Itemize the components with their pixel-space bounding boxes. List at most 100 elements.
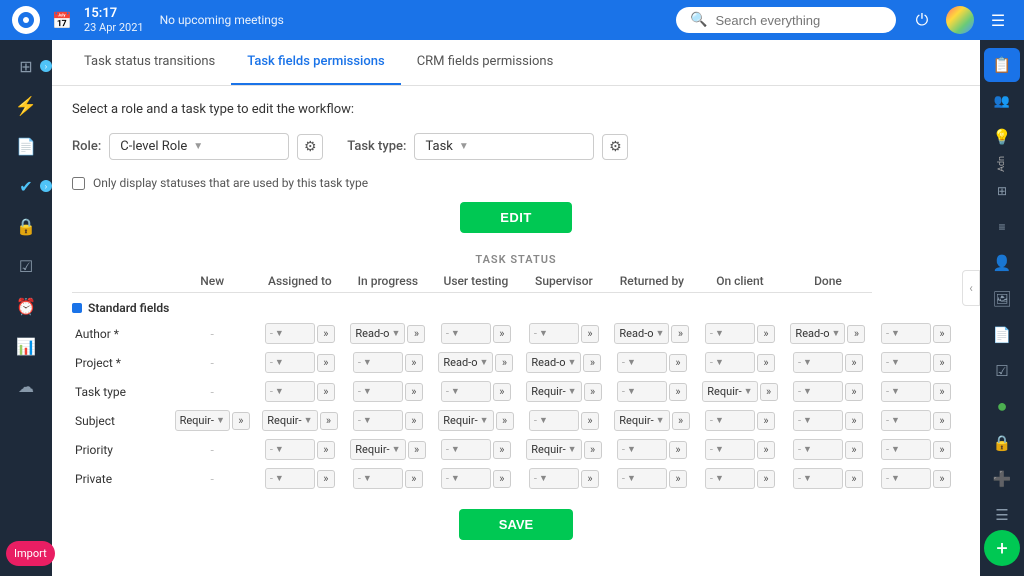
perm-select-empty[interactable]: -▼ <box>881 439 931 460</box>
menu-icon[interactable]: ☰ <box>984 6 1012 34</box>
perm-add-btn-empty[interactable]: » <box>845 470 863 488</box>
perm-select-empty[interactable]: -▼ <box>529 410 579 431</box>
perm-add-btn-empty[interactable]: » <box>845 354 863 372</box>
sidebar-item-cloud[interactable]: ☁ <box>6 368 46 404</box>
right-item-clipboard[interactable]: 📋 <box>984 48 1020 82</box>
perm-select-empty[interactable]: -▼ <box>265 439 315 460</box>
search-input[interactable] <box>715 13 882 28</box>
perm-select-empty[interactable]: -▼ <box>793 468 843 489</box>
perm-add-btn-empty[interactable]: » <box>493 441 511 459</box>
search-bar[interactable]: 🔍 <box>676 7 896 33</box>
perm-select-empty[interactable]: -▼ <box>881 381 931 402</box>
perm-add-btn-empty[interactable]: » <box>757 325 775 343</box>
right-item-lock2[interactable]: 🔒 <box>984 426 1020 460</box>
perm-add-btn-empty[interactable]: » <box>757 470 775 488</box>
perm-select-empty[interactable]: -▼ <box>529 468 579 489</box>
perm-select[interactable]: Requir-▼ <box>262 410 317 431</box>
perm-select-empty[interactable]: -▼ <box>441 381 491 402</box>
perm-add-btn-empty[interactable]: » <box>405 383 423 401</box>
perm-add-btn-empty[interactable]: » <box>757 441 775 459</box>
perm-add-btn-empty[interactable]: » <box>493 383 511 401</box>
perm-select[interactable]: Requir-▼ <box>526 439 581 460</box>
perm-select[interactable]: Requir-▼ <box>702 381 757 402</box>
perm-select-empty[interactable]: -▼ <box>529 323 579 344</box>
right-item-list2[interactable]: ≡ <box>984 210 1020 244</box>
perm-select[interactable]: Requir-▼ <box>175 410 230 431</box>
perm-select-empty[interactable]: -▼ <box>441 439 491 460</box>
perm-add-button[interactable]: » <box>407 325 425 343</box>
perm-add-btn-empty[interactable]: » <box>669 354 687 372</box>
tab-crm-fields[interactable]: CRM fields permissions <box>401 40 570 85</box>
perm-select-empty[interactable]: -▼ <box>793 352 843 373</box>
sidebar-item-lightning[interactable]: ⚡ <box>6 88 46 124</box>
right-item-person[interactable]: 👤 <box>984 246 1020 280</box>
save-button[interactable]: SAVE <box>459 509 573 540</box>
perm-add-button[interactable]: » <box>671 325 689 343</box>
collapse-arrow[interactable]: ‹ <box>962 270 980 306</box>
perm-add-button[interactable]: » <box>672 412 690 430</box>
perm-add-btn-empty[interactable]: » <box>317 325 335 343</box>
perm-add-btn-empty[interactable]: » <box>317 470 335 488</box>
right-item-file[interactable]: 📄 <box>984 318 1020 352</box>
tab-task-fields[interactable]: Task fields permissions <box>231 40 400 85</box>
sidebar-item-grid[interactable]: ⊞› <box>6 48 46 84</box>
tasktype-add-button[interactable]: ⚙ <box>602 134 628 160</box>
perm-select[interactable]: Read-o▼ <box>790 323 845 344</box>
right-item-grid2[interactable]: ⊞ <box>984 174 1020 208</box>
perm-select[interactable]: Read-o▼ <box>350 323 405 344</box>
perm-select-empty[interactable]: -▼ <box>705 468 755 489</box>
perm-add-btn-empty[interactable]: » <box>845 383 863 401</box>
perm-select[interactable]: Requir-▼ <box>614 410 669 431</box>
perm-add-btn-empty[interactable]: » <box>933 412 951 430</box>
perm-add-btn-empty[interactable]: » <box>317 383 335 401</box>
right-item-lines[interactable]: ☰ <box>984 498 1020 532</box>
perm-add-button[interactable]: » <box>320 412 338 430</box>
perm-add-btn-empty[interactable]: » <box>493 325 511 343</box>
perm-add-button[interactable]: » <box>584 441 602 459</box>
tab-task-status[interactable]: Task status transitions <box>68 40 231 85</box>
perm-select-empty[interactable]: -▼ <box>617 439 667 460</box>
sidebar-item-doc[interactable]: 📄 <box>6 128 46 164</box>
perm-add-btn-empty[interactable]: » <box>317 354 335 372</box>
right-item-user-add[interactable]: 👥 <box>984 84 1020 118</box>
sidebar-item-clock[interactable]: ⏰ <box>6 288 46 324</box>
perm-add-btn-empty[interactable]: » <box>757 354 775 372</box>
perm-add-button[interactable]: » <box>584 383 602 401</box>
logo[interactable] <box>12 6 40 34</box>
perm-add-btn-empty[interactable]: » <box>581 470 599 488</box>
perm-add-btn-empty[interactable]: » <box>669 470 687 488</box>
perm-select-empty[interactable]: -▼ <box>441 323 491 344</box>
perm-select-empty[interactable]: -▼ <box>793 381 843 402</box>
display-checkbox[interactable] <box>72 177 85 190</box>
perm-add-btn-empty[interactable]: » <box>845 441 863 459</box>
perm-select-empty[interactable]: -▼ <box>353 468 403 489</box>
perm-add-btn-empty[interactable]: » <box>317 441 335 459</box>
perm-select[interactable]: Read-o▼ <box>614 323 669 344</box>
perm-select-empty[interactable]: -▼ <box>353 381 403 402</box>
right-item-idea[interactable]: 💡 <box>984 120 1020 154</box>
perm-add-btn-empty[interactable]: » <box>493 470 511 488</box>
perm-select-empty[interactable]: -▼ <box>793 439 843 460</box>
perm-select[interactable]: Requir-▼ <box>438 410 493 431</box>
perm-select-empty[interactable]: -▼ <box>881 468 931 489</box>
perm-select-empty[interactable]: -▼ <box>265 381 315 402</box>
perm-select-empty[interactable]: -▼ <box>617 468 667 489</box>
perm-select-empty[interactable]: -▼ <box>881 323 931 344</box>
perm-add-btn-empty[interactable]: » <box>845 412 863 430</box>
perm-add-btn-empty[interactable]: » <box>933 354 951 372</box>
perm-select-empty[interactable]: -▼ <box>617 352 667 373</box>
import-button[interactable]: Import <box>6 541 55 566</box>
right-item-plus-sm[interactable]: ➕ <box>984 462 1020 496</box>
perm-add-btn-empty[interactable]: » <box>757 412 775 430</box>
perm-select-empty[interactable]: -▼ <box>265 323 315 344</box>
perm-select-empty[interactable]: -▼ <box>793 410 843 431</box>
avatar[interactable] <box>946 6 974 34</box>
right-item-image[interactable]: 🖼 <box>984 282 1020 316</box>
perm-add-button[interactable]: » <box>232 412 250 430</box>
perm-add-btn-empty[interactable]: » <box>669 441 687 459</box>
sidebar-item-chart[interactable]: 📊 <box>6 328 46 364</box>
right-item-dot[interactable]: ● <box>984 390 1020 424</box>
perm-add-btn-empty[interactable]: » <box>405 354 423 372</box>
perm-select[interactable]: Requir-▼ <box>526 381 581 402</box>
power-icon[interactable]: ⏻ <box>908 6 936 34</box>
